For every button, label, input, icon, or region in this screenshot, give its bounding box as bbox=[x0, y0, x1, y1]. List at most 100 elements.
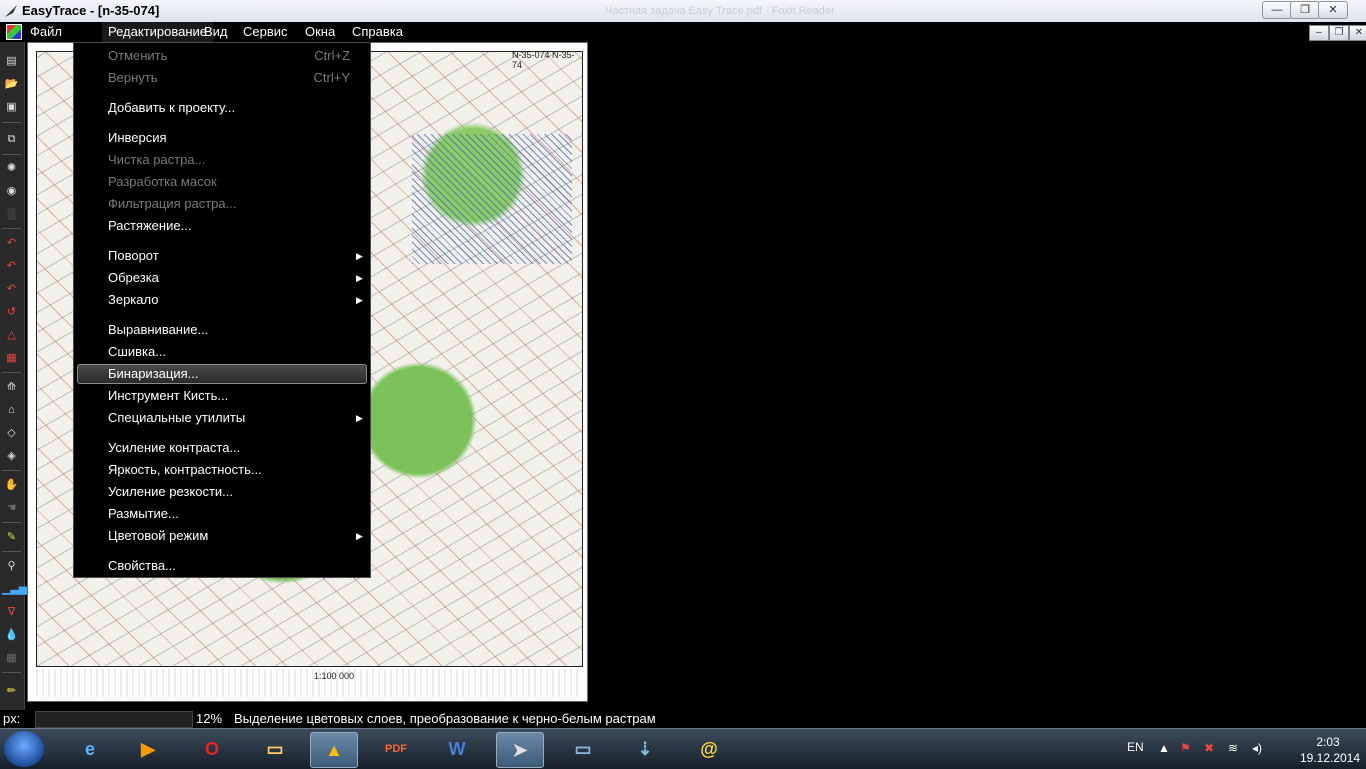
mdi-minimize-button[interactable]: – bbox=[1309, 25, 1329, 41]
mdi-restore-button[interactable]: ❐ bbox=[1329, 25, 1349, 41]
filter-icon[interactable]: ∇ bbox=[2, 603, 21, 622]
save-icon[interactable]: ▣ bbox=[2, 98, 21, 117]
word-icon[interactable]: W bbox=[434, 732, 480, 766]
menu-service[interactable]: Сервис bbox=[237, 22, 294, 42]
menu-item-rotate[interactable]: Поворот bbox=[108, 246, 159, 266]
wifi-icon[interactable]: ≋ bbox=[1228, 741, 1238, 755]
foxit-pdf-icon[interactable]: PDF bbox=[373, 732, 419, 766]
rotate-90-icon[interactable]: ↶ bbox=[2, 234, 21, 253]
transform-icon[interactable]: ⟰ bbox=[2, 378, 21, 397]
open-icon[interactable]: 📂 bbox=[2, 75, 21, 94]
rotate-180-icon[interactable]: ↶ bbox=[2, 257, 21, 276]
menu-item-inversion[interactable]: Инверсия bbox=[108, 128, 167, 148]
internet-explorer-icon[interactable]: e bbox=[67, 732, 113, 766]
image-viewer-icon[interactable]: ▭ bbox=[560, 732, 606, 766]
action-center-icon[interactable]: ⚑ bbox=[1180, 741, 1191, 755]
menu-item-add-to-project[interactable]: Добавить к проекту... bbox=[108, 98, 235, 118]
edit-menu-dropdown: Отменить Ctrl+Z Вернуть Ctrl+Y Добавить … bbox=[73, 42, 371, 578]
map-scale-label: 1:100 000 bbox=[314, 671, 355, 681]
status-message: Выделение цветовых слоев, преобразование… bbox=[234, 711, 656, 726]
system-clock[interactable]: 2:03 19.12.2014 bbox=[1300, 734, 1361, 766]
avast-icon[interactable]: ▲ bbox=[310, 732, 358, 768]
px-label: px: bbox=[3, 711, 21, 726]
file-explorer-icon[interactable]: ▭ bbox=[252, 732, 298, 766]
menu-item-brightness-contrast[interactable]: Яркость, контрастность... bbox=[108, 460, 262, 480]
minimize-button[interactable]: — bbox=[1262, 1, 1292, 19]
antivirus-tray-icon[interactable]: ✖ bbox=[1204, 741, 1214, 755]
rotate-270-icon[interactable]: ↶ bbox=[2, 280, 21, 299]
maximize-button[interactable]: ❐ bbox=[1290, 1, 1320, 19]
menu-item-brush-tool[interactable]: Инструмент Кисть... bbox=[108, 386, 228, 406]
mdi-close-button[interactable]: ✕ bbox=[1349, 25, 1366, 41]
menu-item-mask-design[interactable]: Разработка масок bbox=[108, 172, 217, 192]
drop-icon[interactable]: 💧 bbox=[2, 626, 21, 645]
menu-item-align[interactable]: Выравнивание... bbox=[108, 320, 208, 340]
windows-taskbar: e ▶ O ▭ ▲ PDF W ➤ ▭ ⇣ @ EN ▲ ⚑ ✖ ≋ ◂) 2:… bbox=[0, 728, 1366, 769]
eyedropper-icon[interactable]: ⚲ bbox=[2, 557, 21, 576]
globe-icon[interactable]: ◉ bbox=[2, 182, 21, 201]
menu-file[interactable]: Файл bbox=[24, 22, 68, 42]
menu-edit[interactable]: Редактирование bbox=[102, 22, 214, 42]
copy-icon[interactable]: ⧉ bbox=[2, 130, 21, 149]
map-legend-strip bbox=[36, 669, 581, 697]
toolbar-separator bbox=[2, 522, 21, 523]
pencil-icon[interactable]: ✏ bbox=[2, 682, 21, 701]
network-setup-icon[interactable]: ⇣ bbox=[622, 732, 668, 766]
menu-item-stitch[interactable]: Сшивка... bbox=[108, 342, 166, 362]
zoom-level: 12% bbox=[196, 711, 223, 726]
triangle-icon[interactable]: △ bbox=[2, 326, 21, 345]
shortcut-undo: Ctrl+Z bbox=[314, 48, 350, 63]
warp-icon[interactable]: ⌂ bbox=[2, 401, 21, 420]
new-icon[interactable]: ▤ bbox=[2, 52, 21, 71]
opera-icon[interactable]: O bbox=[189, 732, 235, 766]
menu-item-stretch[interactable]: Растяжение... bbox=[108, 216, 191, 236]
fit-icon[interactable]: ◇ bbox=[2, 424, 21, 443]
menu-item-mirror[interactable]: Зеркало bbox=[108, 290, 158, 310]
toolbar-separator bbox=[2, 551, 21, 552]
brush-icon[interactable]: ✎ bbox=[2, 528, 21, 547]
window-title: EasyTrace - [n-35-074] bbox=[22, 3, 160, 18]
menu-help[interactable]: Справка bbox=[346, 22, 409, 42]
menu-item-color-mode[interactable]: Цветовой режим bbox=[108, 526, 208, 546]
texture-icon[interactable]: ▒ bbox=[2, 205, 21, 224]
language-indicator[interactable]: EN bbox=[1127, 740, 1144, 754]
close-button[interactable]: ✕ bbox=[1318, 1, 1348, 19]
hand-icon[interactable]: ✋ bbox=[2, 476, 21, 495]
easytrace-taskbar-icon[interactable]: ➤ bbox=[496, 732, 544, 768]
clock-date: 19.12.2014 bbox=[1300, 751, 1361, 765]
title-bar: EasyTrace - [n-35-074] Частная задача Ea… bbox=[0, 0, 1366, 23]
zoom-icon[interactable]: ◈ bbox=[2, 447, 21, 466]
volume-icon[interactable]: ◂) bbox=[1252, 741, 1262, 755]
mail-agent-icon[interactable]: @ bbox=[686, 732, 732, 766]
menu-item-raster-cleanup[interactable]: Чистка растра... bbox=[108, 150, 205, 170]
menu-windows[interactable]: Окна bbox=[299, 22, 341, 42]
menu-item-binarization[interactable]: Бинаризация... bbox=[108, 364, 198, 384]
clock-time: 2:03 bbox=[1316, 735, 1340, 749]
hand2-icon[interactable]: ☚ bbox=[2, 499, 21, 518]
menu-item-sharpen[interactable]: Усиление резкости... bbox=[108, 482, 233, 502]
background-window-title: Частная задача Easy Trace.pdf - Foxit Re… bbox=[605, 5, 835, 17]
menu-item-undo[interactable]: Отменить bbox=[108, 46, 167, 66]
menu-item-properties[interactable]: Свойства... bbox=[108, 556, 176, 576]
submenu-arrow-icon: ▶ bbox=[356, 273, 363, 283]
menu-item-raster-filter[interactable]: Фильтрация растра... bbox=[108, 194, 236, 214]
toolbar-separator bbox=[2, 470, 21, 471]
menu-item-redo[interactable]: Вернуть bbox=[108, 68, 158, 88]
media-player-icon[interactable]: ▶ bbox=[125, 732, 171, 766]
menu-view[interactable]: Вид bbox=[198, 22, 234, 42]
start-button[interactable] bbox=[4, 731, 44, 767]
status-bar: px: 12% Выделение цветовых слоев, преобр… bbox=[0, 710, 1366, 728]
palette-icon[interactable]: ✺ bbox=[2, 159, 21, 178]
grid-icon[interactable]: ▦ bbox=[2, 649, 21, 668]
show-hidden-icons-icon[interactable]: ▲ bbox=[1158, 741, 1170, 755]
calculator-icon[interactable]: ▦ bbox=[2, 349, 21, 368]
menu-bar: Файл Редактирование Вид Сервис Окна Спра… bbox=[0, 22, 1366, 42]
menu-item-crop[interactable]: Обрезка bbox=[108, 268, 159, 288]
undo-rotate-icon[interactable]: ↺ bbox=[2, 303, 21, 322]
toolbar-separator bbox=[2, 154, 21, 155]
menu-item-special-utilities[interactable]: Специальные утилиты bbox=[108, 408, 245, 428]
histogram-icon[interactable]: ▁▃▅ bbox=[2, 580, 27, 599]
menu-item-blur[interactable]: Размытие... bbox=[108, 504, 179, 524]
document-icon[interactable] bbox=[6, 24, 22, 40]
menu-item-contrast-enhance[interactable]: Усиление контраста... bbox=[108, 438, 240, 458]
